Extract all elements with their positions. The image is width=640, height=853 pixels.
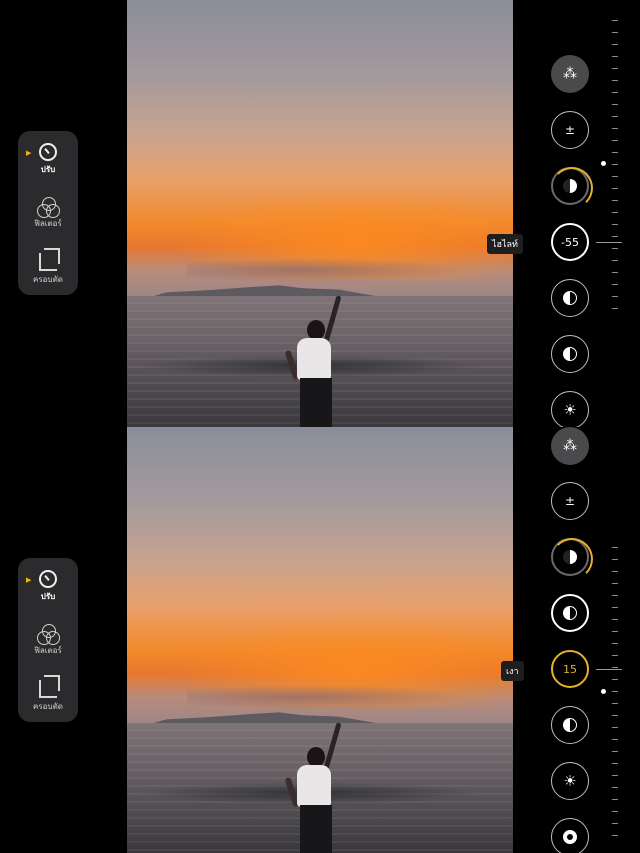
brightness-button[interactable]: ☀ xyxy=(551,762,589,800)
contrast-button[interactable] xyxy=(551,706,589,744)
auto-enhance-button[interactable]: ⁂ xyxy=(551,55,589,93)
brightness-sun-icon: ☀ xyxy=(563,772,577,790)
tool-filters[interactable]: ฟิลเตอร์ xyxy=(18,197,78,230)
slider-current-line xyxy=(596,242,622,243)
photo-preview xyxy=(127,427,513,853)
tool-crop[interactable]: ครอบตัด xyxy=(18,248,78,286)
tool-adjust-label: ปรับ xyxy=(40,592,56,601)
tool-filters[interactable]: ฟิลเตอร์ xyxy=(18,624,78,657)
highlights-value: -55 xyxy=(561,235,579,249)
tool-crop[interactable]: ครอบตัด xyxy=(18,675,78,713)
magic-wand-icon: ⁂ xyxy=(563,66,577,82)
brightness-button[interactable]: ☀ xyxy=(551,391,589,427)
contrast-half-circle-icon xyxy=(563,347,577,361)
tool-menu: ▶ ปรับ ฟิลเตอร์ ครอบตัด xyxy=(18,558,78,722)
person-silhouette xyxy=(275,290,345,427)
magic-wand-icon: ⁂ xyxy=(563,438,577,454)
tool-filters-label: ฟิลเตอร์ xyxy=(34,646,62,655)
slider-zero-marker xyxy=(601,689,606,694)
tool-adjust[interactable]: ปรับ xyxy=(18,570,78,603)
shadows-button[interactable]: 15 xyxy=(551,650,589,688)
black-point-button[interactable] xyxy=(551,818,589,853)
adjustment-slider[interactable] xyxy=(612,547,618,847)
exposure-face-icon: ± xyxy=(564,123,576,137)
tool-adjust[interactable]: ปรับ xyxy=(18,143,78,176)
edit-panel-bottom: ▶ ปรับ ฟิลเตอร์ ครอบตัด ⁂ ± 15 เงา ☀ xyxy=(0,427,640,853)
brightness-sun-icon: ☀ xyxy=(563,401,577,419)
black-point-icon xyxy=(563,830,577,844)
tool-filters-label: ฟิลเตอร์ xyxy=(34,219,62,228)
person-silhouette xyxy=(275,717,345,853)
shadows-icon xyxy=(563,291,577,305)
adjust-dial-icon xyxy=(39,570,57,588)
edit-panel-top: ▶ ปรับ ฟิลเตอร์ ครอบตัด ⁂ ± -55 ไฮไลท์ ☀ xyxy=(0,0,640,427)
slider-zero-marker xyxy=(601,161,606,166)
slider-current-line xyxy=(596,669,622,670)
contrast-button[interactable] xyxy=(551,335,589,373)
contrast-half-circle-icon xyxy=(563,718,577,732)
brilliance-button[interactable] xyxy=(551,538,593,580)
brilliance-icon xyxy=(563,179,577,193)
adjustment-slider[interactable] xyxy=(612,20,618,310)
exposure-button[interactable]: ± xyxy=(551,482,589,520)
shadows-button[interactable] xyxy=(551,279,589,317)
highlights-button[interactable] xyxy=(551,594,589,632)
brilliance-button[interactable] xyxy=(551,167,593,209)
crop-icon xyxy=(39,675,60,698)
filters-icon xyxy=(37,624,60,645)
filters-icon xyxy=(37,197,60,218)
tool-adjust-label: ปรับ xyxy=(40,165,56,174)
exposure-face-icon: ± xyxy=(564,494,576,508)
adjust-dial-icon xyxy=(39,143,57,161)
auto-enhance-button[interactable]: ⁂ xyxy=(551,427,589,465)
tool-crop-label: ครอบตัด xyxy=(33,702,63,711)
photo-preview xyxy=(127,0,513,427)
adjustment-name-label: เงา xyxy=(501,661,524,681)
tool-menu: ▶ ปรับ ฟิลเตอร์ ครอบตัด xyxy=(18,131,78,295)
adjustment-name-label: ไฮไลท์ xyxy=(487,234,523,254)
crop-icon xyxy=(39,248,60,271)
highlights-button[interactable]: -55 xyxy=(551,223,589,261)
highlights-icon xyxy=(563,606,577,620)
shadows-value: 15 xyxy=(563,662,577,676)
exposure-button[interactable]: ± xyxy=(551,111,589,149)
brilliance-icon xyxy=(563,550,577,564)
tool-crop-label: ครอบตัด xyxy=(33,275,63,284)
